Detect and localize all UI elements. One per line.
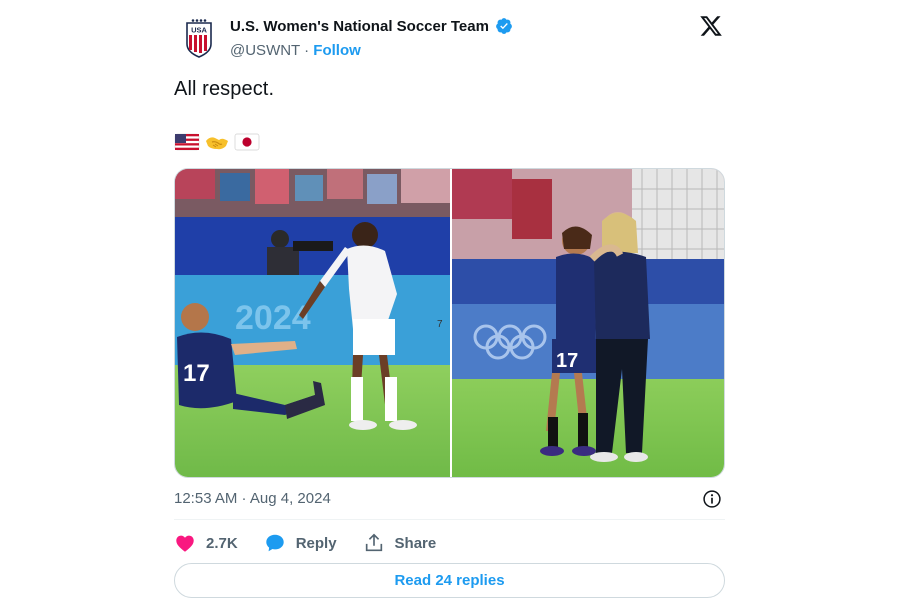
walking-player-number: 17	[556, 350, 578, 372]
tweet-media[interactable]: 2024 7 17 17	[174, 168, 725, 478]
standing-player-number: 7	[437, 319, 443, 330]
avatar-text: USA	[191, 26, 207, 35]
handle[interactable]: @USWNT	[230, 42, 300, 59]
heart-icon	[176, 535, 194, 552]
like-button[interactable]: 2.7K	[174, 532, 238, 554]
display-name[interactable]: U.S. Women's National Soccer Team	[230, 18, 489, 35]
x-logo-icon[interactable]	[699, 14, 723, 38]
divider	[174, 519, 725, 520]
info-icon[interactable]	[702, 489, 722, 509]
emoji-row	[174, 132, 260, 152]
share-button[interactable]: Share	[363, 532, 437, 554]
handle-row: @USWNT · Follow	[230, 42, 361, 59]
reply-label: Reply	[295, 534, 337, 552]
share-upload-icon	[365, 533, 382, 552]
follow-button[interactable]: Follow	[313, 42, 361, 59]
tweet-header: USA U.S. Women's National Soccer Team @U…	[174, 14, 725, 64]
verified-badge-icon	[496, 18, 512, 34]
tweet-timestamp[interactable]: 12:53 AM · Aug 4, 2024	[174, 490, 331, 507]
seated-player-number: 17	[183, 360, 210, 387]
chat-bubble-icon	[265, 534, 284, 552]
separator: ·	[304, 42, 310, 59]
board-text: 2024	[235, 299, 311, 337]
tweet-card: USA U.S. Women's National Soccer Team @U…	[174, 0, 725, 600]
uswnt-crest-avatar[interactable]: USA	[184, 18, 214, 58]
read-replies-button[interactable]: Read 24 replies	[174, 563, 725, 598]
action-bar: 2.7K Reply Share	[174, 531, 462, 555]
us-flag-emoji	[174, 133, 200, 151]
share-label: Share	[394, 534, 437, 552]
name-row: U.S. Women's National Soccer Team	[230, 17, 513, 35]
photo-consoling-embrace[interactable]: 17	[452, 169, 725, 478]
handshake-emoji	[206, 137, 228, 150]
like-count: 2.7K	[206, 534, 238, 552]
japan-flag-emoji	[234, 133, 260, 151]
tweet-text: All respect.	[174, 78, 275, 100]
photo-helping-hand[interactable]: 2024 7 17	[175, 169, 450, 478]
reply-button[interactable]: Reply	[264, 532, 337, 554]
